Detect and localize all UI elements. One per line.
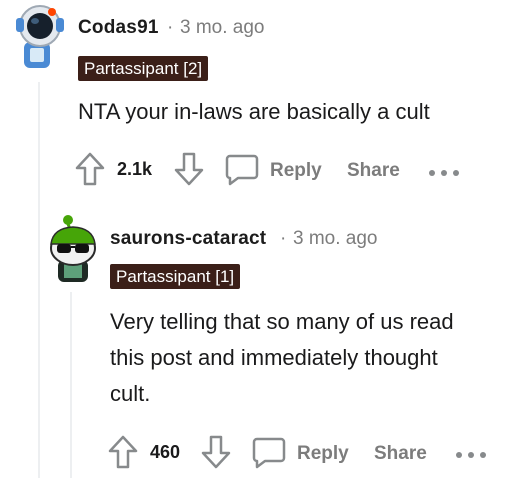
username[interactable]: Codas91 xyxy=(78,17,159,39)
share-button[interactable]: Share xyxy=(374,443,427,465)
thread-line-reply[interactable] xyxy=(70,292,72,478)
comment-body: Very telling that so many of us read thi… xyxy=(110,304,454,412)
thread-line-top[interactable] xyxy=(38,82,40,478)
user-flair: Partassipant [2] xyxy=(78,56,209,81)
comment-body-line: cult. xyxy=(110,381,151,406)
vote-score: 460 xyxy=(150,442,181,462)
meta-separator: · xyxy=(167,17,174,38)
arrow-up-icon[interactable] xyxy=(107,434,139,475)
speech-bubble-icon[interactable] xyxy=(251,436,287,475)
reply-button[interactable]: Reply xyxy=(270,160,322,182)
timestamp[interactable]: 3 mo. ago xyxy=(293,228,378,250)
comment-body-line: Very telling that so many of us read xyxy=(110,309,454,334)
arrow-down-icon[interactable] xyxy=(200,434,232,475)
avatar[interactable] xyxy=(8,0,68,72)
arrow-down-icon[interactable] xyxy=(173,151,205,192)
timestamp[interactable]: 3 mo. ago xyxy=(180,17,265,39)
vote-score: 2.1k xyxy=(117,159,153,179)
user-flair: Partassipant [1] xyxy=(110,264,241,289)
speech-bubble-icon[interactable] xyxy=(224,153,260,192)
avatar[interactable] xyxy=(44,212,102,284)
share-button[interactable]: Share xyxy=(347,160,400,182)
comment-body-line: this post and immediately thought xyxy=(110,345,438,370)
ellipsis-icon[interactable] xyxy=(428,164,460,182)
reply-button[interactable]: Reply xyxy=(297,443,349,465)
arrow-up-icon[interactable] xyxy=(74,151,106,192)
meta-separator: · xyxy=(280,228,287,249)
ellipsis-icon[interactable] xyxy=(455,446,487,464)
username[interactable]: saurons-cataract xyxy=(110,228,266,250)
comment-body: NTA your in-laws are basically a cult xyxy=(78,99,430,124)
